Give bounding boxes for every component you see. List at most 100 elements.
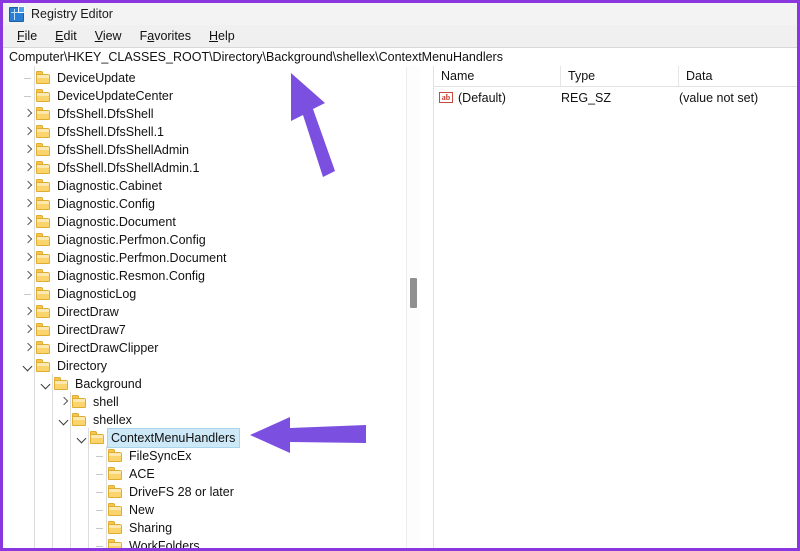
tree-item-dfsshell-dfsshell[interactable]: DfsShell.DfsShell	[3, 105, 420, 123]
tree-item-directory[interactable]: Directory	[3, 357, 420, 375]
menu-bar: File Edit View Favorites Help	[3, 25, 797, 47]
values-list-header: Name Type Data	[434, 66, 797, 87]
tree-item-new[interactable]: New	[3, 501, 420, 519]
registry-key-tree-pane[interactable]: DeviceUpdate DeviceUpdateCenter DfsShell.D…	[3, 66, 420, 548]
address-bar[interactable]: Computer\HKEY_CLASSES_ROOT\Directory\Bac…	[3, 47, 797, 67]
tree-item-label: DeviceUpdateCenter	[57, 89, 174, 103]
menu-help[interactable]: Help	[200, 27, 244, 45]
tree-item-label: Diagnostic.Perfmon.Document	[57, 251, 227, 265]
tree-guide-line	[106, 446, 107, 548]
address-path: Computer\HKEY_CLASSES_ROOT\Directory\Bac…	[9, 50, 503, 64]
tree-item-label: DirectDraw7	[57, 323, 126, 337]
folder-icon	[35, 161, 52, 175]
tree-item-diagnosticlog[interactable]: DiagnosticLog	[3, 285, 420, 303]
tree-leaf-connector	[21, 87, 35, 105]
chevron-right-icon[interactable]	[21, 339, 35, 357]
tree-item-label: Diagnostic.Config	[57, 197, 155, 211]
tree-item-sharing[interactable]: Sharing	[3, 519, 420, 537]
chevron-down-icon[interactable]	[21, 357, 35, 375]
tree-leaf-connector	[93, 519, 107, 537]
chevron-right-icon[interactable]	[21, 213, 35, 231]
table-row[interactable]: ab (Default) REG_SZ (value not set)	[434, 89, 797, 107]
chevron-right-icon[interactable]	[21, 249, 35, 267]
tree-item-label: DfsShell.DfsShellAdmin	[57, 143, 189, 157]
tree-item-diagnostic-document[interactable]: Diagnostic.Document	[3, 213, 420, 231]
chevron-right-icon[interactable]	[57, 393, 71, 411]
menu-edit[interactable]: Edit	[46, 27, 86, 45]
menu-edit-label: dit	[63, 29, 77, 43]
chevron-right-icon[interactable]	[21, 303, 35, 321]
tree-item-label: ContextMenuHandlers	[108, 429, 240, 447]
tree-item-diagnostic-config[interactable]: Diagnostic.Config	[3, 195, 420, 213]
menu-file-label: ile	[24, 29, 38, 43]
tree-item-dfsshell-dfsshell-1[interactable]: DfsShell.DfsShell.1	[3, 123, 420, 141]
column-header-data[interactable]: Data	[679, 66, 797, 86]
chevron-down-icon[interactable]	[39, 375, 53, 393]
tree-item-diagnostic-resmon-config[interactable]: Diagnostic.Resmon.Config	[3, 267, 420, 285]
chevron-right-icon[interactable]	[21, 105, 35, 123]
tree-item-label: FileSyncEx	[129, 449, 192, 463]
chevron-right-icon[interactable]	[21, 177, 35, 195]
tree-item-label: Diagnostic.Document	[57, 215, 176, 229]
chevron-down-icon[interactable]	[57, 411, 71, 429]
menu-file[interactable]: File	[8, 27, 46, 45]
tree-item-workfolders[interactable]: WorkFolders	[3, 537, 420, 548]
tree-item-directdrawclipper[interactable]: DirectDrawClipper	[3, 339, 420, 357]
tree-item-deviceupdatecenter[interactable]: DeviceUpdateCenter	[3, 87, 420, 105]
tree-item-contextmenuhandlers[interactable]: ContextMenuHandlers	[3, 429, 420, 447]
folder-icon	[71, 395, 88, 409]
tree-item-drivefs-28-or-later[interactable]: DriveFS 28 or later	[3, 483, 420, 501]
menu-favorites[interactable]: Favorites	[131, 27, 200, 45]
tree-item-background[interactable]: Background	[3, 375, 420, 393]
menu-favorites-label: vorites	[154, 29, 192, 43]
tree-item-dfsshell-dfsshelladmin[interactable]: DfsShell.DfsShellAdmin	[3, 141, 420, 159]
tree-item-filesyncex[interactable]: FileSyncEx	[3, 447, 420, 465]
tree-item-ace[interactable]: ACE	[3, 465, 420, 483]
tree-item-dfsshell-dfsshelladmin-1[interactable]: DfsShell.DfsShellAdmin.1	[3, 159, 420, 177]
chevron-right-icon[interactable]	[21, 231, 35, 249]
folder-icon	[107, 485, 124, 499]
chevron-right-icon[interactable]	[21, 195, 35, 213]
registry-values-pane[interactable]: Name Type Data ab (Default) REG_SZ (valu…	[434, 66, 797, 548]
tree-item-label: DiagnosticLog	[57, 287, 137, 301]
chevron-right-icon[interactable]	[21, 123, 35, 141]
tree-leaf-connector	[93, 537, 107, 548]
tree-item-diagnostic-perfmon-document[interactable]: Diagnostic.Perfmon.Document	[3, 249, 420, 267]
tree-item-shellex[interactable]: shellex	[3, 411, 420, 429]
tree-scrollbar-thumb[interactable]	[410, 278, 417, 308]
tree-item-deviceupdate[interactable]: DeviceUpdate	[3, 69, 420, 87]
tree-item-directdraw[interactable]: DirectDraw	[3, 303, 420, 321]
chevron-right-icon[interactable]	[21, 321, 35, 339]
tree-scrollbar[interactable]	[406, 66, 420, 548]
chevron-right-icon[interactable]	[21, 267, 35, 285]
folder-icon	[35, 305, 52, 319]
tree-item-diagnostic-perfmon-config[interactable]: Diagnostic.Perfmon.Config	[3, 231, 420, 249]
chevron-right-icon[interactable]	[21, 141, 35, 159]
column-header-type[interactable]: Type	[561, 66, 679, 86]
chevron-right-icon[interactable]	[21, 159, 35, 177]
tree-item-shell[interactable]: shell	[3, 393, 420, 411]
menu-view[interactable]: View	[86, 27, 131, 45]
chevron-down-icon[interactable]	[75, 429, 89, 447]
tree-leaf-connector	[21, 285, 35, 303]
folder-icon	[35, 251, 52, 265]
tree-item-label: WorkFolders	[129, 539, 200, 548]
tree-item-label: DfsShell.DfsShell	[57, 107, 154, 121]
tree-item-diagnostic-cabinet[interactable]: Diagnostic.Cabinet	[3, 177, 420, 195]
tree-item-directdraw7[interactable]: DirectDraw7	[3, 321, 420, 339]
tree-item-label: DirectDraw	[57, 305, 119, 319]
window-title: Registry Editor	[31, 7, 113, 21]
folder-icon	[35, 143, 52, 157]
column-header-name[interactable]: Name	[434, 66, 561, 86]
